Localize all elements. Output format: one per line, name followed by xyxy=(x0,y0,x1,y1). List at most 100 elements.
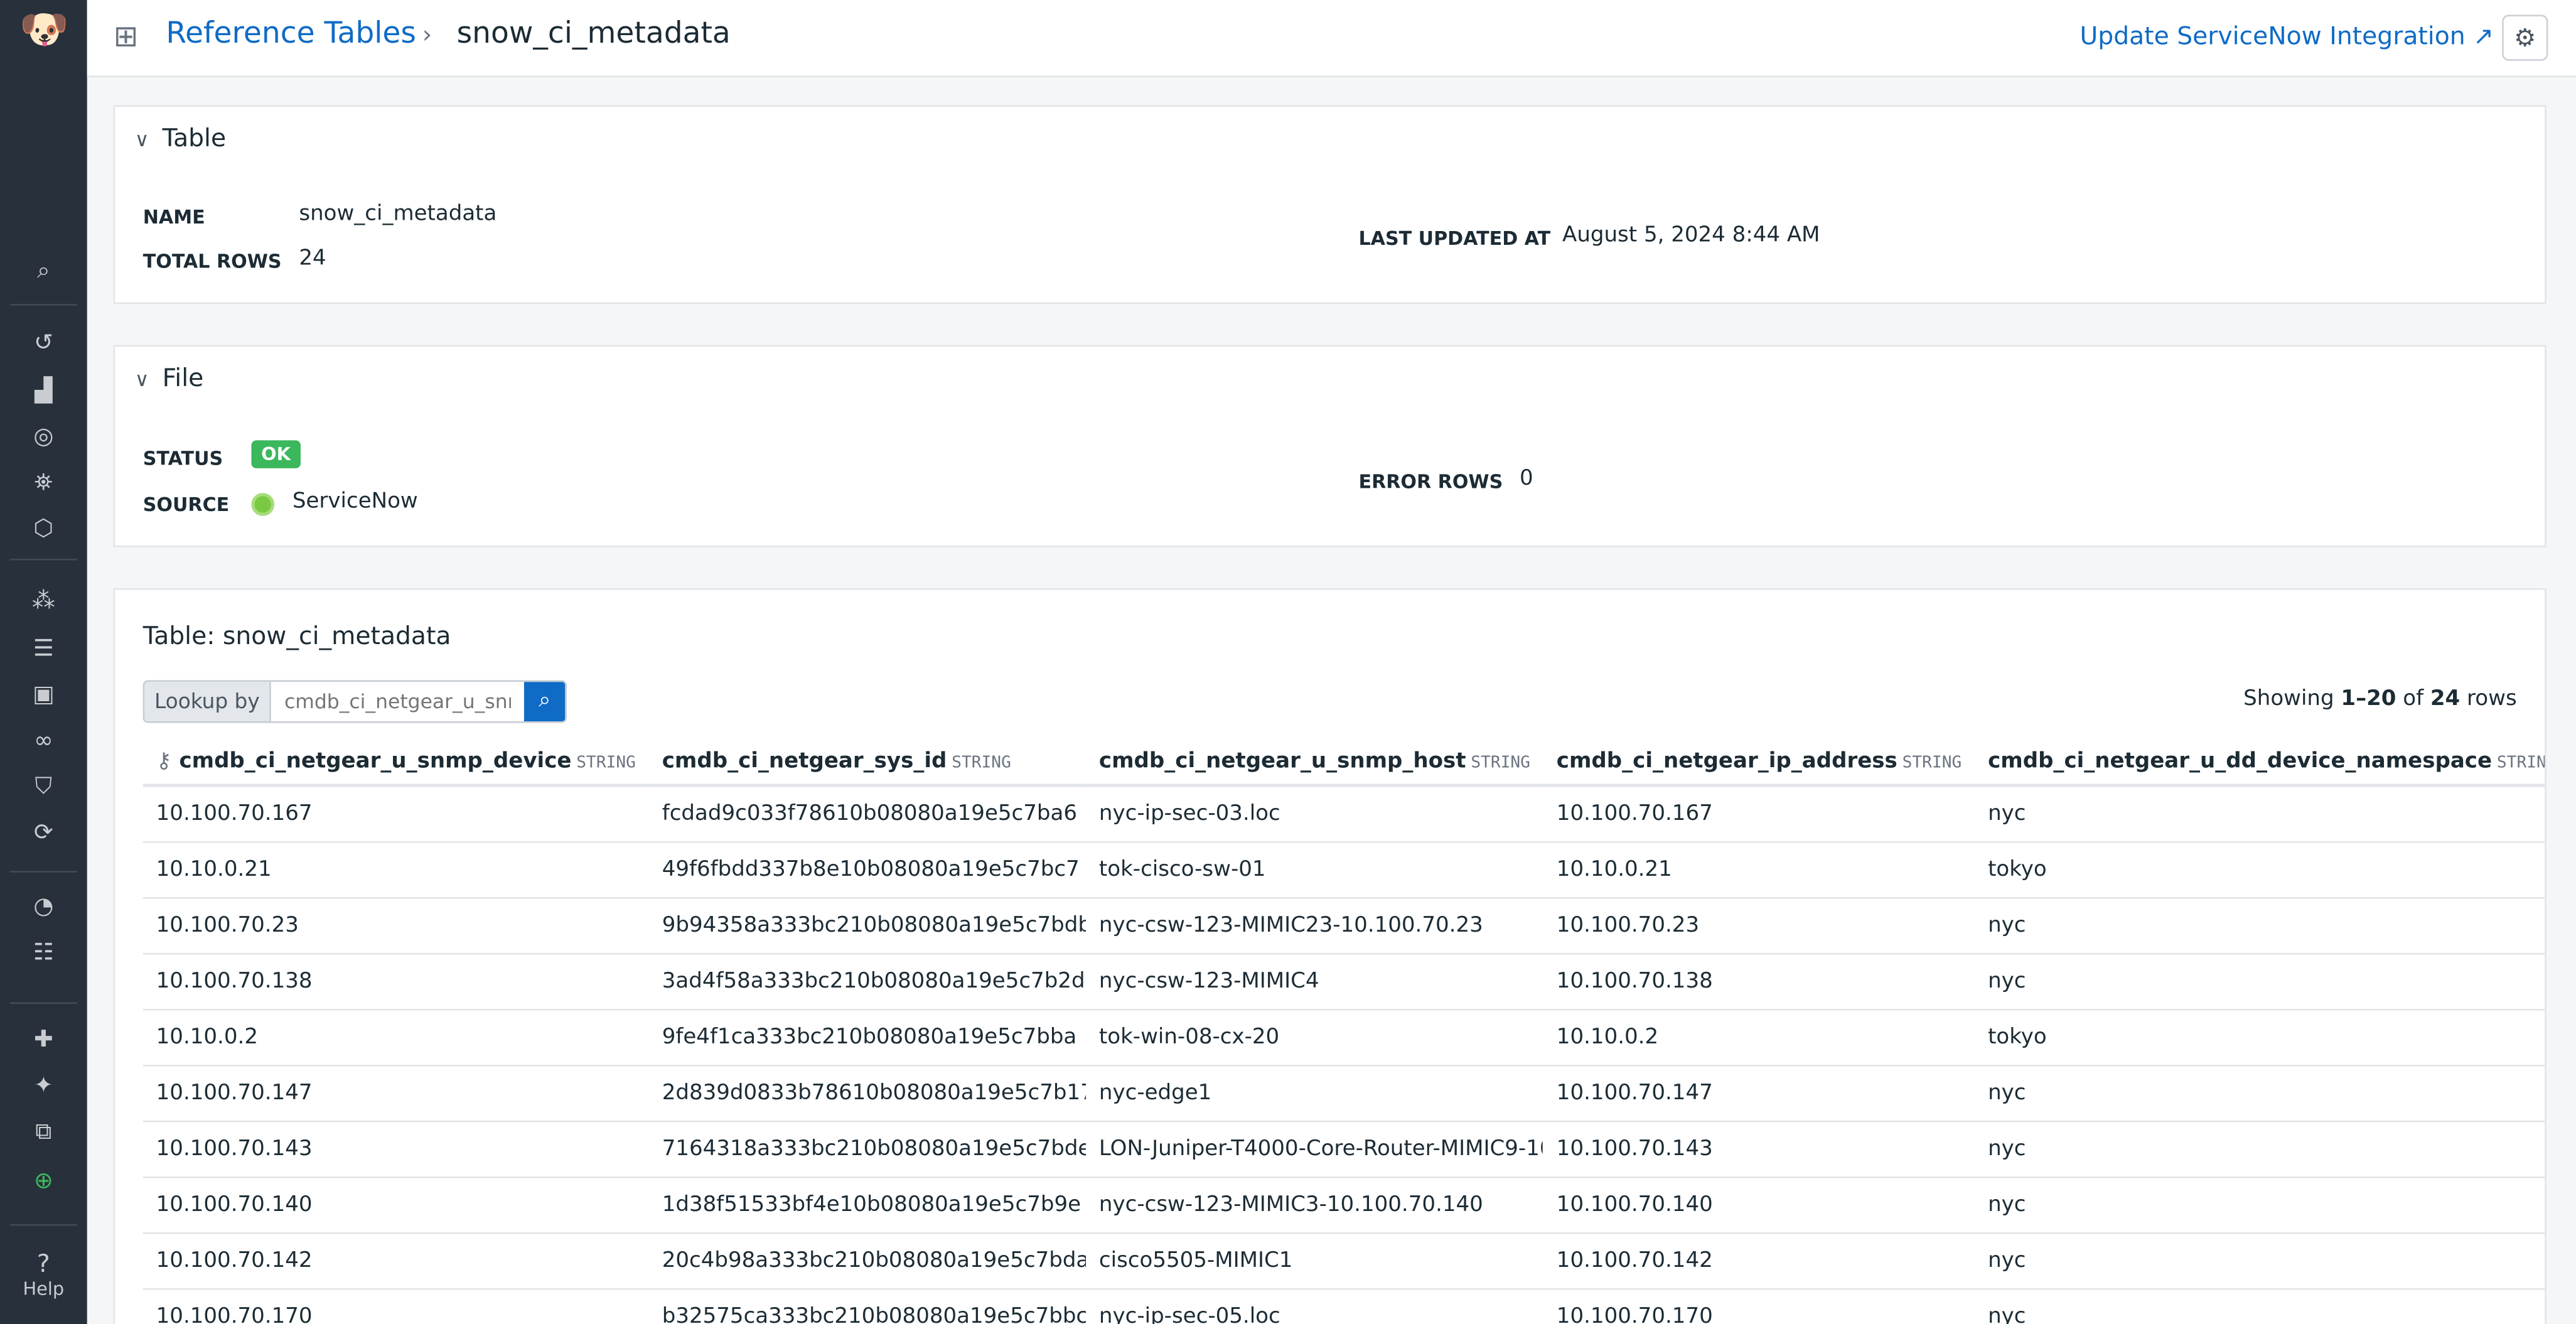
table-data-title: Table: snow_ci_metadata xyxy=(143,621,451,650)
help-button[interactable]: ?Help xyxy=(0,1249,87,1300)
chevron-down-icon: ∨ xyxy=(135,128,149,151)
table-cell: nyc xyxy=(1975,1121,2546,1177)
sidebar-divider xyxy=(10,304,77,306)
table-row[interactable]: 10.100.70.143 7164318a333bc210b08080a19e5… xyxy=(143,1121,2546,1177)
name-value: snow_ci_metadata xyxy=(299,202,496,227)
table-cell: 49f6fbdd337b8e10b08080a19e5c7bc7 xyxy=(649,842,1086,898)
table-cell: b32575ca333bc210b08080a19e5c7bbc xyxy=(649,1289,1086,1324)
status-badge: OK xyxy=(251,440,300,468)
table-cell: 10.100.70.170 xyxy=(1543,1289,1975,1324)
column-type: STRING xyxy=(576,753,636,772)
panels-icon[interactable]: ▣ xyxy=(0,682,87,708)
table-row[interactable]: 10.10.0.2149f6fbdd337b8e10b08080a19e5c7b… xyxy=(143,842,2546,898)
filter-list-icon[interactable]: ☰ xyxy=(0,636,87,662)
source-label: SOURCE xyxy=(143,493,230,516)
reference-tables-icon: ⊞ xyxy=(114,19,139,54)
table-cell: 9fe4f1ca333bc210b08080a19e5c7bba xyxy=(649,1009,1086,1065)
column-header[interactable]: ⚷ cmdb_ci_netgear_u_snmp_deviceSTRING xyxy=(143,738,649,785)
table-cell: nyc-ip-sec-05.loc xyxy=(1086,1289,1543,1324)
settings-button[interactable]: ⚙ xyxy=(2502,15,2548,61)
sidebar-divider xyxy=(10,559,77,561)
history-icon[interactable]: ↺ xyxy=(0,330,87,357)
search-icon[interactable]: ⌕ xyxy=(0,258,87,284)
table-cell: 20c4b98a333bc210b08080a19e5c7bda xyxy=(649,1233,1086,1289)
table-cell: 10.10.0.2 xyxy=(1543,1009,1975,1065)
servicenow-icon xyxy=(251,493,274,516)
sidebar: 🐶 ⌕ ↺ ▟ ◎ ⛯ ⬡ ⁂ ☰ ▣ ∞ ⛉ ⟳ ◔ ☷ ✚ ✦ ⧉ ⊕ ?Help xyxy=(0,0,87,1324)
link-icon[interactable]: ∞ xyxy=(0,728,87,754)
table-cell: 10.100.70.147 xyxy=(143,1065,649,1121)
table-cell: nyc xyxy=(1975,954,2546,1009)
table-cell: nyc xyxy=(1975,1233,2546,1289)
column-name: cmdb_ci_netgear_u_snmp_host xyxy=(1099,748,1466,773)
column-type: STRING xyxy=(952,753,1011,772)
data-table: ⚷ cmdb_ci_netgear_u_snmp_deviceSTRINGcmd… xyxy=(143,738,2546,1324)
column-header[interactable]: cmdb_ci_netgear_u_dd_device_namespaceSTR… xyxy=(1975,738,2546,785)
error-rows-label: ERROR ROWS xyxy=(1359,470,1503,493)
table-row[interactable]: 10.100.70.170b32575ca333bc210b08080a19e5… xyxy=(143,1289,2546,1324)
table-row[interactable]: 10.100.70.1383ad4f58a333bc210b08080a19e5… xyxy=(143,954,2546,1009)
table-row[interactable]: 10.100.70.1472d839d0833b78610b08080a19e5… xyxy=(143,1065,2546,1121)
table-row[interactable]: 10.100.70.167fcdad9c033f78610b08080a19e5… xyxy=(143,785,2546,842)
datadog-logo-icon[interactable]: 🐶 xyxy=(19,6,65,59)
sidebar-divider xyxy=(10,1003,77,1004)
table-cell: nyc xyxy=(1975,1065,2546,1121)
table-cell: tokyo xyxy=(1975,842,2546,898)
column-header[interactable]: cmdb_ci_netgear_ip_addressSTRING xyxy=(1543,738,1975,785)
table-cell: LON-Juniper-T4000-Core-Router-MIMIC9-10. xyxy=(1086,1121,1543,1177)
table-cell: 10.100.70.143 xyxy=(1543,1121,1975,1177)
status-label: STATUS xyxy=(143,447,223,470)
rows-count: Showing 1–20 of 24 rows xyxy=(2243,687,2517,711)
nodes-icon[interactable]: ⁂ xyxy=(0,588,87,615)
table-row[interactable]: 10.10.0.29fe4f1ca333bc210b08080a19e5c7bb… xyxy=(143,1009,2546,1065)
table-cell: tokyo xyxy=(1975,1009,2546,1065)
file-info-panel: ∨File STATUS OK SOURCE ServiceNow ERROR … xyxy=(114,345,2546,547)
lookup-control: Lookup by ⌕ xyxy=(143,681,567,723)
update-servicenow-link[interactable]: Update ServiceNow Integration ↗ xyxy=(2080,21,2494,51)
windows-icon[interactable]: ⧉ xyxy=(0,1119,87,1145)
source-value: ServiceNow xyxy=(292,490,418,514)
error-rows-value: 0 xyxy=(1520,466,1533,491)
gauge-icon[interactable]: ◔ xyxy=(0,894,87,920)
external-link-icon: ↗ xyxy=(2473,21,2494,51)
table-cell: 10.100.70.142 xyxy=(143,1233,649,1289)
table-cell: 10.10.0.2 xyxy=(143,1009,649,1065)
header: ⊞ Reference Tables › snow_ci_metadata Up… xyxy=(87,0,2576,77)
refresh-clock-icon[interactable]: ⟳ xyxy=(0,820,87,846)
list-check-icon[interactable]: ☷ xyxy=(0,940,87,966)
column-header[interactable]: cmdb_ci_netgear_sys_id STRING xyxy=(649,738,1086,785)
gear-icon: ⚙ xyxy=(2514,23,2536,53)
table-row[interactable]: 10.100.70.239b94358a333bc210b08080a19e5c… xyxy=(143,898,2546,954)
target-icon[interactable]: ◎ xyxy=(0,424,87,450)
lookup-input[interactable] xyxy=(271,682,524,721)
table-row[interactable]: 10.100.70.1401d38f51533bf4e10b08080a19e5… xyxy=(143,1177,2546,1233)
shield-icon[interactable]: ⛉ xyxy=(0,774,87,800)
column-name: cmdb_ci_netgear_sys_id xyxy=(662,748,947,773)
column-type: STRING xyxy=(1471,753,1530,772)
cube-icon[interactable]: ⬡ xyxy=(0,516,87,542)
puzzle-icon[interactable]: ✚ xyxy=(0,1027,87,1053)
table-cell: 10.100.70.170 xyxy=(143,1289,649,1324)
breadcrumb-separator: › xyxy=(422,19,432,49)
table-cell: 10.100.70.147 xyxy=(1543,1065,1975,1121)
table-cell: 7164318a333bc210b08080a19e5c7bde xyxy=(649,1121,1086,1177)
sparkle-icon[interactable]: ✦ xyxy=(0,1073,87,1099)
file-section-toggle[interactable]: ∨File xyxy=(135,363,204,392)
table-cell: 2d839d0833b78610b08080a19e5c7b17 xyxy=(649,1065,1086,1121)
table-cell: 1d38f51533bf4e10b08080a19e5c7b9e xyxy=(649,1177,1086,1233)
column-header[interactable]: cmdb_ci_netgear_u_snmp_host STRING xyxy=(1086,738,1543,785)
table-section-toggle[interactable]: ∨Table xyxy=(135,123,227,153)
table-cell: 9b94358a333bc210b08080a19e5c7bdb xyxy=(649,898,1086,954)
metrics-icon[interactable]: ▟ xyxy=(0,378,87,404)
table-cell: nyc-ip-sec-03.loc xyxy=(1086,785,1543,842)
plus-badge-icon[interactable]: ⊕ xyxy=(0,1168,87,1195)
table-cell: nyc-edge1 xyxy=(1086,1065,1543,1121)
table-row[interactable]: 10.100.70.14220c4b98a333bc210b08080a19e5… xyxy=(143,1233,2546,1289)
binoculars-icon[interactable]: ⛯ xyxy=(0,470,87,497)
lookup-by-label: Lookup by xyxy=(144,682,271,721)
column-type: STRING xyxy=(1902,753,1962,772)
page-title: snow_ci_metadata xyxy=(457,16,731,51)
table-cell: 10.100.70.167 xyxy=(1543,785,1975,842)
lookup-search-button[interactable]: ⌕ xyxy=(524,682,565,721)
breadcrumb-reference-tables[interactable]: Reference Tables xyxy=(166,16,416,51)
